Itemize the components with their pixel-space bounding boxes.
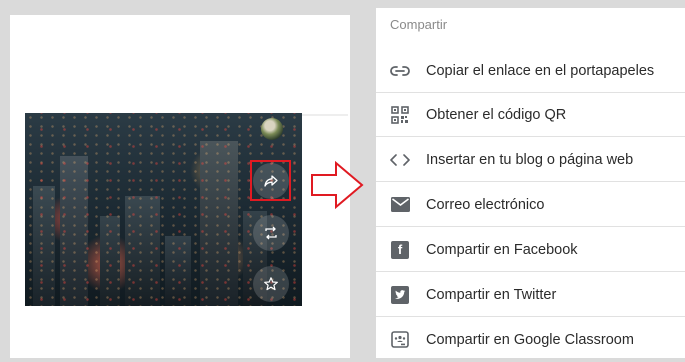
menu-item-twitter[interactable]: Compartir en Twitter <box>376 273 685 317</box>
repost-button[interactable] <box>253 215 289 251</box>
menu-item-label: Compartir en Google Classroom <box>426 332 634 348</box>
link-icon <box>390 61 410 81</box>
menu-item-label: Obtener el código QR <box>426 106 567 123</box>
menu-item-label: Compartir en Twitter <box>426 286 557 303</box>
share-button-highlight <box>250 160 291 201</box>
menu-item-label: Compartir en Facebook <box>426 241 578 258</box>
star-icon <box>264 277 278 291</box>
menu-item-label: Insertar en tu blog o página web <box>426 151 634 168</box>
menu-item-label: Copiar el enlace en el portapapeles <box>426 62 655 79</box>
share-menu: Compartir Copiar el enlace en el portapa… <box>376 8 685 358</box>
embed-code-icon <box>390 150 410 170</box>
facebook-glyph: f <box>391 240 409 259</box>
envelope-icon <box>390 195 410 215</box>
facebook-icon: f <box>390 240 410 260</box>
menu-item-embed[interactable]: Insertar en tu blog o página web <box>376 138 685 182</box>
twitter-icon <box>390 285 410 305</box>
pointer-arrow-icon <box>311 161 364 209</box>
qr-code-icon <box>390 105 410 125</box>
menu-item-copy-link[interactable]: Copiar el enlace en el portapapeles <box>376 49 685 93</box>
menu-item-label: Correo electrónico <box>426 196 545 213</box>
divider-line <box>300 114 348 116</box>
google-classroom-icon <box>390 330 410 350</box>
repost-icon <box>265 226 277 240</box>
menu-title: Compartir <box>390 17 448 32</box>
avatar[interactable] <box>261 118 283 140</box>
menu-item-facebook[interactable]: f Compartir en Facebook <box>376 228 685 272</box>
menu-item-email[interactable]: Correo electrónico <box>376 183 685 227</box>
menu-item-qr-code[interactable]: Obtener el código QR <box>376 93 685 137</box>
menu-item-google-classroom[interactable]: Compartir en Google Classroom <box>376 318 685 362</box>
favorite-button[interactable] <box>253 266 289 302</box>
